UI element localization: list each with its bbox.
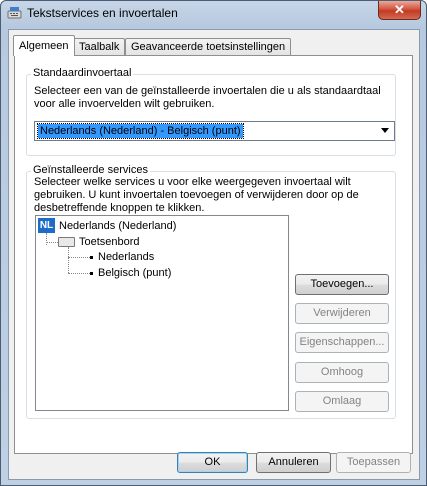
tree-connector <box>68 247 69 273</box>
default-language-description-2: voor alle invoervelden wilt gebruiken. <box>34 98 215 110</box>
window-title: Tekstservices en invoertalen <box>27 6 178 20</box>
installed-services-group-title: Geïnstalleerde services <box>31 164 150 176</box>
tab-advanced-key-settings[interactable]: Geavanceerde toetsinstellingen <box>125 38 292 55</box>
installed-services-description-2: gebruiken. U kunt invoertalen toevoegen … <box>34 189 359 201</box>
bullet-icon <box>90 272 93 275</box>
installed-services-tree[interactable]: NL Nederlands (Nederland) Toetsenbord Ne… <box>35 215 289 411</box>
cancel-button[interactable]: Annuleren <box>256 452 331 473</box>
installed-services-description-3: desbetreffende knoppen te klikken. <box>34 202 205 214</box>
properties-button[interactable]: Eigenschappen... <box>295 332 389 353</box>
tree-node-language[interactable]: Nederlands (Nederland) <box>59 219 176 233</box>
tab-taalbalk[interactable]: Taalbalk <box>73 38 126 55</box>
tree-connector <box>68 257 90 258</box>
remove-button[interactable]: Verwijderen <box>295 303 389 324</box>
ok-button[interactable]: OK <box>177 452 248 473</box>
dialog-window: Tekstservices en invoertalen ✕ Algemeen … <box>0 0 427 486</box>
default-language-dropdown[interactable]: Nederlands (Nederland) - Belgisch (punt) <box>34 121 395 141</box>
installed-services-description-1: Selecteer welke services u voor elke wee… <box>34 176 351 188</box>
move-up-button[interactable]: Omhoog <box>295 362 389 383</box>
apply-button[interactable]: Toepassen <box>336 452 411 473</box>
tree-connector <box>68 273 90 274</box>
default-language-selected: Nederlands (Nederland) - Belgisch (punt) <box>37 123 244 139</box>
tree-node-layout-nederlands[interactable]: Nederlands <box>98 250 154 264</box>
bullet-icon <box>90 256 93 259</box>
default-language-group-title: Standaardinvoertaal <box>31 67 134 79</box>
add-button[interactable]: Toevoegen... <box>295 274 389 295</box>
tree-node-layout-belgisch[interactable]: Belgisch (punt) <box>98 266 171 280</box>
language-badge-icon: NL <box>38 218 55 233</box>
default-language-description-1: Selecteer een van de geïnstalleerde invo… <box>34 85 381 97</box>
title-bar[interactable]: Tekstservices en invoertalen ✕ <box>1 1 426 27</box>
chevron-down-icon[interactable] <box>381 128 389 133</box>
tree-node-keyboard[interactable]: Toetsenbord <box>79 235 140 249</box>
move-down-button[interactable]: Omlaag <box>295 391 389 412</box>
tree-connector <box>46 242 58 243</box>
tree-connector <box>46 233 47 245</box>
text-services-icon <box>7 7 22 19</box>
keyboard-icon <box>58 237 75 247</box>
close-button[interactable]: ✕ <box>378 1 421 20</box>
tab-algemeen[interactable]: Algemeen <box>13 35 75 56</box>
